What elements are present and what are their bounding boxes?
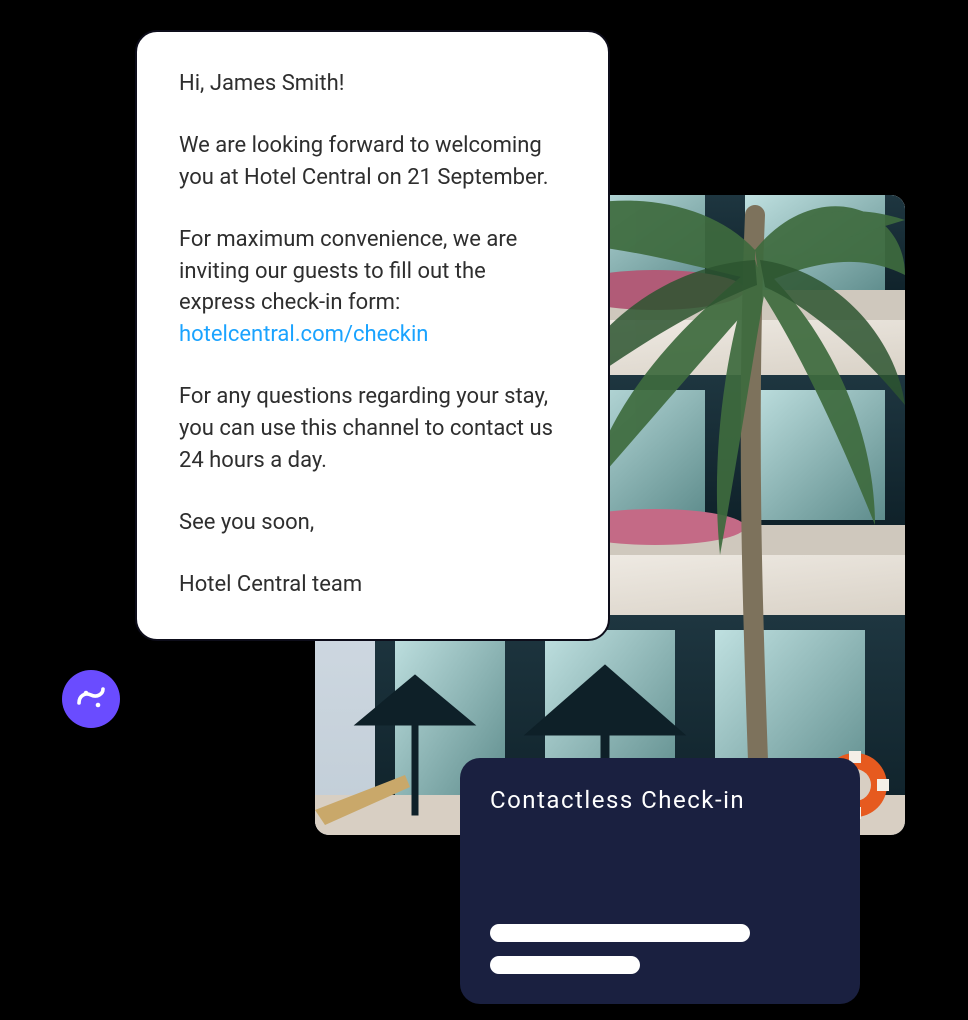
message-signature: Hotel Central team — [179, 569, 566, 601]
checkin-title: Contactless Check-in — [490, 786, 830, 814]
placeholder-bar — [490, 924, 750, 942]
message-card: Hi, James Smith! We are looking forward … — [135, 30, 610, 641]
message-support: For any questions regarding your stay, y… — [179, 381, 566, 477]
checkin-link[interactable]: hotelcentral.com/checkin — [179, 322, 428, 347]
message-closing: See you soon, — [179, 507, 566, 539]
message-invite: For maximum convenience, we are inviting… — [179, 224, 566, 352]
checkin-card: Contactless Check-in — [460, 758, 860, 1004]
checkin-placeholder-lines — [490, 924, 830, 974]
message-welcome: We are looking forward to welcoming you … — [179, 130, 566, 194]
placeholder-bar — [490, 956, 640, 974]
brand-logo-icon — [62, 670, 120, 728]
message-invite-text: For maximum convenience, we are inviting… — [179, 227, 517, 316]
message-greeting: Hi, James Smith! — [179, 68, 566, 100]
